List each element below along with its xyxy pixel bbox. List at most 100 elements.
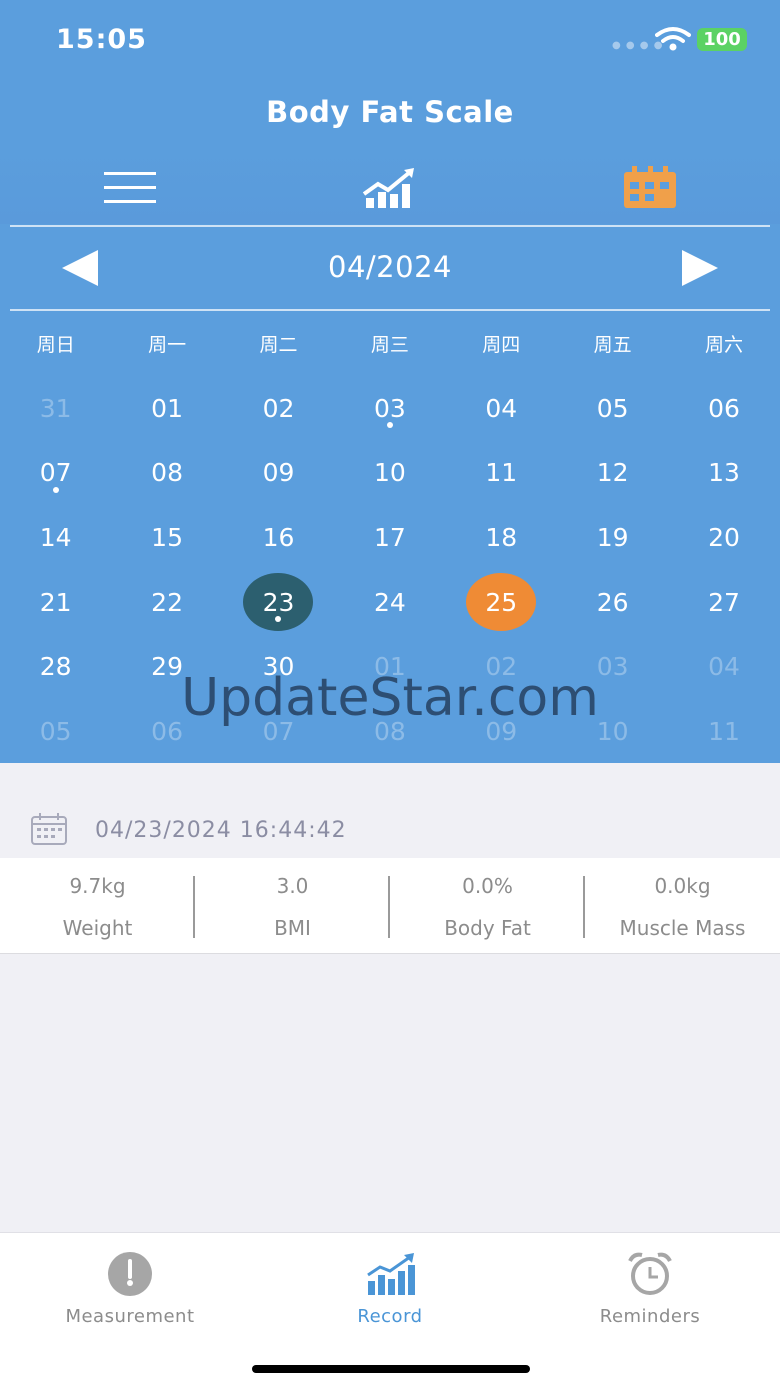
metric-value: 3.0 [276, 874, 309, 898]
status-bar: 15:05 ● ● ● ● 100 [0, 0, 780, 80]
day-number: 02 [262, 393, 295, 423]
tab-label: Measurement [65, 1306, 195, 1327]
trend-chart-icon[interactable] [360, 164, 420, 210]
day-number: 23 [262, 587, 295, 617]
metric-weight: 9.7kg Weight [0, 858, 195, 953]
metrics-row: 9.7kg Weight 3.0 BMI 0.0% Body Fat 0.0kg… [0, 858, 780, 954]
metric-value: 0.0kg [654, 874, 711, 898]
weekday-label: 周五 [593, 334, 632, 356]
calendar-day[interactable]: 15 [111, 505, 222, 570]
day-number: 31 [39, 393, 72, 423]
day-number: 17 [373, 522, 406, 552]
calendar-day[interactable]: 11 [446, 441, 557, 506]
metric-label: Weight [62, 916, 133, 940]
calendar-day[interactable]: 12 [557, 441, 668, 506]
month-navigation: 04/2024 [0, 228, 780, 308]
metric-value: 0.0% [462, 874, 513, 898]
day-number: 15 [151, 522, 183, 552]
bar-chart-icon [367, 1253, 415, 1295]
day-number: 18 [485, 522, 518, 552]
day-number: 01 [151, 393, 183, 423]
calendar-day[interactable]: 10 [334, 441, 445, 506]
calendar-day[interactable]: 31 [0, 376, 111, 441]
day-number: 11 [485, 458, 518, 488]
day-number: 03 [373, 393, 406, 423]
tab-record[interactable]: Record [260, 1233, 520, 1343]
calendar-day[interactable]: 03 [334, 376, 445, 441]
metric-value: 9.7kg [69, 874, 126, 898]
calendar-day-today[interactable]: 25 [446, 570, 557, 635]
alarm-clock-icon [628, 1252, 672, 1295]
calendar-day[interactable]: 05 [557, 376, 668, 441]
day-number: 13 [708, 458, 740, 488]
calendar-day[interactable]: 06 [668, 376, 779, 441]
divider [10, 225, 770, 227]
day-number: 20 [708, 522, 740, 552]
record-indicator-dot [386, 422, 393, 428]
weekday-label: 周日 [36, 334, 75, 356]
calendar-header-area: 15:05 ● ● ● ● 100 Body Fat Scale 04/2024… [0, 0, 780, 763]
day-number: 14 [39, 522, 72, 552]
calendar-day[interactable]: 04 [446, 376, 557, 441]
day-number: 06 [708, 393, 740, 423]
calendar-small-icon [31, 813, 67, 845]
day-number: 19 [596, 522, 629, 552]
day-number: 16 [262, 522, 295, 552]
day-number: 04 [485, 393, 518, 423]
calendar-day[interactable]: 13 [668, 441, 779, 506]
calendar-day[interactable]: 02 [223, 376, 334, 441]
metric-label: BMI [274, 916, 311, 940]
weekday-label: 周二 [259, 334, 298, 356]
top-toolbar [0, 150, 780, 224]
metric-label: Body Fat [444, 916, 531, 940]
status-time: 15:05 [56, 24, 147, 55]
day-number: 22 [151, 587, 183, 617]
day-number: 10 [373, 458, 406, 488]
weekday-label: 周三 [370, 334, 409, 356]
calendar-day[interactable]: 19 [557, 505, 668, 570]
calendar-day[interactable]: 27 [668, 570, 779, 635]
calendar-day[interactable]: 20 [668, 505, 779, 570]
calendar-day-selected[interactable]: 23 [223, 570, 334, 635]
metric-label: Muscle Mass [619, 916, 746, 940]
watermark: UpdateStar.com [181, 668, 599, 728]
bottom-tab-bar: Measurement Record Reminders [0, 1232, 780, 1387]
calendar-day[interactable]: 01 [111, 376, 222, 441]
tab-label: Record [357, 1306, 423, 1327]
next-month-arrow-icon[interactable] [680, 248, 720, 288]
calendar-icon[interactable] [620, 164, 680, 210]
day-number: 26 [596, 587, 629, 617]
wifi-icon [655, 27, 691, 51]
calendar-day[interactable]: 16 [223, 505, 334, 570]
day-number: 07 [39, 458, 72, 488]
tab-reminders[interactable]: Reminders [520, 1233, 780, 1343]
calendar-day[interactable]: 14 [0, 505, 111, 570]
calendar-day[interactable]: 26 [557, 570, 668, 635]
calendar-day[interactable]: 08 [111, 441, 222, 506]
weekday-label: 周一 [148, 334, 187, 356]
day-number: 25 [485, 587, 518, 617]
day-number: 27 [708, 587, 740, 617]
calendar-day[interactable]: 24 [334, 570, 445, 635]
gauge-icon [108, 1252, 152, 1296]
weekday-header: 周日 周一 周二 周三 周四 周五 周六 [0, 330, 780, 360]
calendar-day[interactable]: 21 [0, 570, 111, 635]
day-number: 08 [151, 458, 183, 488]
weekday-label: 周六 [705, 334, 744, 356]
home-indicator [252, 1365, 530, 1373]
calendar-day[interactable]: 09 [223, 441, 334, 506]
page-title: Body Fat Scale [266, 95, 514, 129]
calendar-day[interactable]: 18 [446, 505, 557, 570]
calendar-day[interactable]: 22 [111, 570, 222, 635]
weekday-label: 周四 [482, 334, 521, 356]
battery-indicator: 100 [697, 28, 747, 51]
tab-measurement[interactable]: Measurement [0, 1233, 260, 1343]
day-number: 09 [262, 458, 295, 488]
calendar-day[interactable]: 07 [0, 441, 111, 506]
menu-icon[interactable] [100, 164, 160, 210]
day-number: 05 [596, 393, 629, 423]
day-number: 12 [596, 458, 629, 488]
metric-body-fat: 0.0% Body Fat [390, 858, 585, 953]
calendar-day[interactable]: 17 [334, 505, 445, 570]
record-indicator-dot [52, 486, 59, 493]
